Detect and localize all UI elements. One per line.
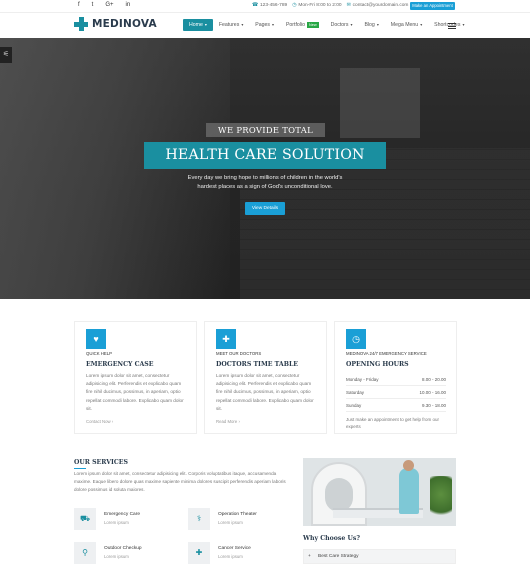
doctor-icon: ✚ (216, 329, 236, 349)
services-title: OUR SERVICES (74, 459, 128, 469)
bed-icon: ⚕ (188, 508, 210, 530)
hero-banner: ⚟ WE PROVIDE TOTAL HEALTH CARE SOLUTION … (0, 38, 530, 299)
clock-icon: ◷ (292, 3, 297, 8)
card-title: OPENING HOURS (346, 361, 409, 368)
menu-item-portfolio[interactable]: Portfolio New (280, 19, 325, 31)
service-emergency-care[interactable]: ⛟ Emergency Care Lorem ipsum (74, 508, 184, 532)
ct-scanner-photo (303, 458, 456, 526)
view-details-button[interactable]: View Details (245, 202, 285, 215)
hours-row: Monday - Friday 8.00 - 20.00 (346, 373, 446, 386)
emergency-card: ♥ QUICK HELP EMERGENCY CASE Lorem ipsum … (74, 321, 197, 434)
phone-info: ☎ 123-456-789 (252, 3, 288, 8)
main-navbar: MEDINOVA Home ▾ Features ▾ Pages ▾ Portf… (0, 13, 530, 38)
phone-icon: ☎ (252, 3, 258, 8)
mail-icon: ✉ (346, 3, 351, 8)
hours-table: Monday - Friday 8.00 - 20.00 Saturday 10.0… (346, 373, 446, 412)
card-kicker: MEDINOVA 24/7 EMERGENCY SERVICE (346, 351, 427, 356)
hero-kicker: WE PROVIDE TOTAL (206, 123, 325, 137)
card-title: DOCTORS TIME TABLE (216, 361, 299, 368)
accordion-item-best-care[interactable]: + Best Care Strategy (303, 549, 456, 564)
hamburger-menu-icon[interactable] (448, 23, 456, 29)
menu-item-home[interactable]: Home ▾ (183, 19, 213, 31)
logo-text: MEDINOVA (92, 18, 157, 30)
medical-kit-icon: ✚ (188, 542, 210, 564)
hours-info: ◷ Mon-Fri 8:00 to 2:00 (292, 3, 342, 8)
google-plus-icon[interactable]: G+ (105, 2, 113, 8)
logo[interactable]: MEDINOVA (74, 17, 157, 31)
facebook-icon[interactable]: f (78, 2, 80, 8)
make-appointment-button[interactable]: Make an Appointment (410, 2, 455, 10)
heartbeat-icon: ♥ (86, 329, 106, 349)
contact-info: ☎ 123-456-789 ◷ Mon-Fri 8:00 to 2:00 ✉ cont… (252, 3, 408, 8)
doctors-card: ✚ MEET OUR DOCTORS DOCTORS TIME TABLE Lo… (204, 321, 327, 434)
chevron-down-icon: ▾ (203, 23, 207, 27)
linkedin-icon[interactable]: in (126, 2, 131, 8)
service-operation-theater[interactable]: ⚕ Operation Theater Lorem ipsum (188, 508, 298, 532)
service-outdoor-checkup[interactable]: ⚲ Outdoor Checkup Lorem ipsum (74, 542, 184, 566)
opening-hours-card: ◷ MEDINOVA 24/7 EMERGENCY SERVICE OPENIN… (334, 321, 457, 434)
top-bar: f t G+ in ☎ 123-456-789 ◷ Mon-Fri 8:00 to … (0, 0, 530, 13)
menu-item-mega-menu[interactable]: Mega Menu ▾ (385, 19, 428, 31)
settings-sliders-icon[interactable]: ⚟ (0, 47, 12, 63)
main-menu: Home ▾ Features ▾ Pages ▾ Portfolio New D… (183, 19, 470, 31)
chevron-down-icon: ▾ (461, 23, 465, 27)
read-more-link[interactable]: Read More › (216, 419, 240, 424)
card-kicker: QUICK HELP (86, 351, 113, 356)
menu-item-doctors[interactable]: Doctors ▾ (325, 19, 359, 31)
menu-item-blog[interactable]: Blog ▾ (358, 19, 384, 31)
contact-now-link[interactable]: Contact Now › (86, 419, 113, 424)
why-choose-us-title: Why Choose Us? (303, 535, 360, 542)
social-links: f t G+ in (78, 2, 130, 8)
email-info: ✉ contact@yourdomain.com (346, 3, 409, 8)
hero-background-window (340, 68, 420, 138)
medical-cross-icon (74, 17, 88, 31)
hero-title: HEALTH CARE SOLUTION (144, 142, 386, 169)
chevron-down-icon: ▾ (240, 23, 244, 27)
chevron-down-icon: ▾ (419, 23, 423, 27)
hours-note: Just make an appointment to get help fro… (346, 417, 440, 429)
hero-subtitle: Every day we bring hope to millions of c… (187, 175, 343, 190)
hero-background-bricks (240, 148, 530, 299)
chevron-down-icon: ▾ (349, 23, 353, 27)
card-text: Lorem ipsum dolor sit amet, consectetur … (86, 373, 184, 411)
menu-item-features[interactable]: Features ▾ (213, 19, 249, 31)
new-badge: New (306, 21, 319, 28)
twitter-icon[interactable]: t (92, 2, 94, 8)
hours-row: Saturday 10.00 - 16.00 (346, 386, 446, 399)
menu-item-pages[interactable]: Pages ▾ (249, 19, 280, 31)
ambulance-icon: ⛟ (74, 508, 96, 530)
plus-icon: + (308, 554, 311, 559)
hours-row: Sunday 9.30 - 18.00 (346, 399, 446, 412)
chevron-down-icon: ▾ (270, 23, 274, 27)
service-cancer-service[interactable]: ✚ Cancer Service Lorem ipsum (188, 542, 298, 566)
chevron-down-icon: ▾ (375, 23, 379, 27)
services-text: Lorem ipsum dolor sit amet, consectetur … (74, 471, 286, 492)
card-title: EMERGENCY CASE (86, 361, 154, 368)
card-text: Lorem ipsum dolor sit amet, consectetur … (216, 373, 314, 411)
stethoscope-icon: ⚲ (74, 542, 96, 564)
clock-icon: ◷ (346, 329, 366, 349)
card-kicker: MEET OUR DOCTORS (216, 351, 262, 356)
